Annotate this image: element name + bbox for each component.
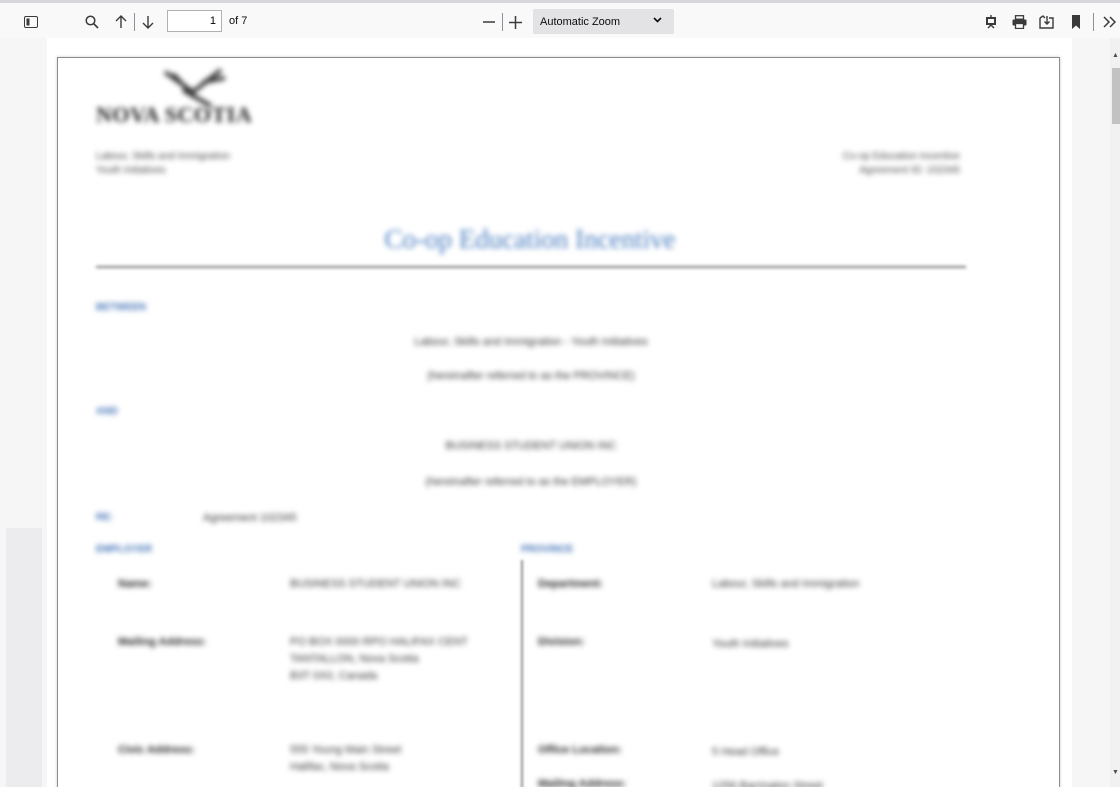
header-left-block: Labour, Skills and Immigration Youth Ini… <box>96 150 230 178</box>
between-party: Labour, Skills and Immigration - Youth I… <box>414 336 648 348</box>
province-row-label: Mailing Address: <box>538 778 627 787</box>
header-right-line: Co-op Education Incentive <box>842 151 960 162</box>
header-left-line: Youth Initiatives <box>96 165 166 176</box>
re-value: Agreement 102345 <box>203 512 297 524</box>
scrollbar-thumb[interactable] <box>1112 68 1120 124</box>
and-label: AND <box>96 406 118 417</box>
print-icon[interactable] <box>1009 10 1029 34</box>
page-number-input[interactable] <box>167 10 222 32</box>
province-logo-text: NOVA SCOTIA <box>96 102 253 127</box>
arrow-up-icon[interactable] <box>112 10 130 34</box>
employer-row-value: BUSINESS STUDENT UNION INC <box>290 578 461 590</box>
document-title: Co-op Education Incentive <box>384 224 676 254</box>
sidebar-toggle-icon[interactable] <box>20 10 42 34</box>
search-icon[interactable] <box>82 10 102 34</box>
toolbar-separator <box>1093 13 1094 31</box>
province-row-value: 1256 Barrington Street <box>712 780 823 787</box>
header-right-line: Agreement ID: 102345 <box>859 165 960 176</box>
employer-row-label: Civic Address: <box>118 744 195 756</box>
viewer-gutter-shade <box>6 528 42 787</box>
bookmark-icon[interactable] <box>1068 10 1084 34</box>
save-icon[interactable] <box>1036 10 1056 34</box>
header-right-block: Co-op Education Incentive Agreement ID: … <box>760 150 960 178</box>
between-note: (hereinafter referred to as the PROVINCE… <box>427 370 635 382</box>
viewer-gutter-right <box>1072 38 1110 787</box>
between-label: BETWEEN <box>96 302 146 313</box>
province-row-value: Labour, Skills and Immigration <box>712 578 860 590</box>
scroll-up-icon[interactable]: ▲ <box>1112 52 1119 59</box>
employer-row-value: 555 Young Main Street Halifax, Nova Scot… <box>290 744 402 773</box>
vertical-scrollbar[interactable] <box>1110 38 1120 787</box>
pdf-viewer[interactable]: ▲ ▼ NOVA SCOTIA Labour, Skills and Immig… <box>0 38 1120 787</box>
and-party: BUSINESS STUDENT UNION INC <box>445 440 617 452</box>
page-count-label: of 7 <box>229 15 248 27</box>
province-row-label: Department: <box>538 578 603 590</box>
province-row-label: Division: <box>538 636 585 648</box>
employer-heading: EMPLOYER <box>96 544 153 555</box>
column-divider <box>521 560 523 787</box>
province-row-value: Youth Initiatives <box>712 638 789 650</box>
and-note: (hereinafter referred to as the EMPLOYER… <box>425 476 637 488</box>
employer-row-label: Name: <box>118 578 152 590</box>
province-heading: PROVINCE <box>521 544 574 555</box>
toolbar-separator <box>502 13 503 31</box>
pdf-toolbar: of 7 Automatic Zoom <box>0 0 1120 38</box>
scroll-down-icon[interactable]: ▼ <box>1112 769 1119 776</box>
employer-row-value: PO BOX 0000 RPO HALIFAX CENT TANTALLON, … <box>290 636 468 682</box>
toolbar-separator <box>134 13 135 31</box>
title-divider <box>96 266 966 268</box>
zoom-select-value: Automatic Zoom <box>540 15 621 28</box>
tools-icon[interactable] <box>1100 10 1118 34</box>
zoom-in-icon[interactable] <box>506 10 524 34</box>
re-label: RE: <box>96 512 114 523</box>
province-row-value: 5 Head Office <box>712 746 780 758</box>
header-left-line: Labour, Skills and Immigration <box>96 151 230 162</box>
presentation-icon[interactable] <box>981 10 1001 34</box>
employer-row-label: Mailing Address: <box>118 636 207 648</box>
province-row-label: Office Location: <box>538 744 622 756</box>
zoom-select[interactable]: Automatic Zoom <box>533 9 674 34</box>
chevron-down-icon <box>653 15 662 26</box>
zoom-out-icon[interactable] <box>480 10 498 34</box>
arrow-down-icon[interactable] <box>139 10 157 34</box>
